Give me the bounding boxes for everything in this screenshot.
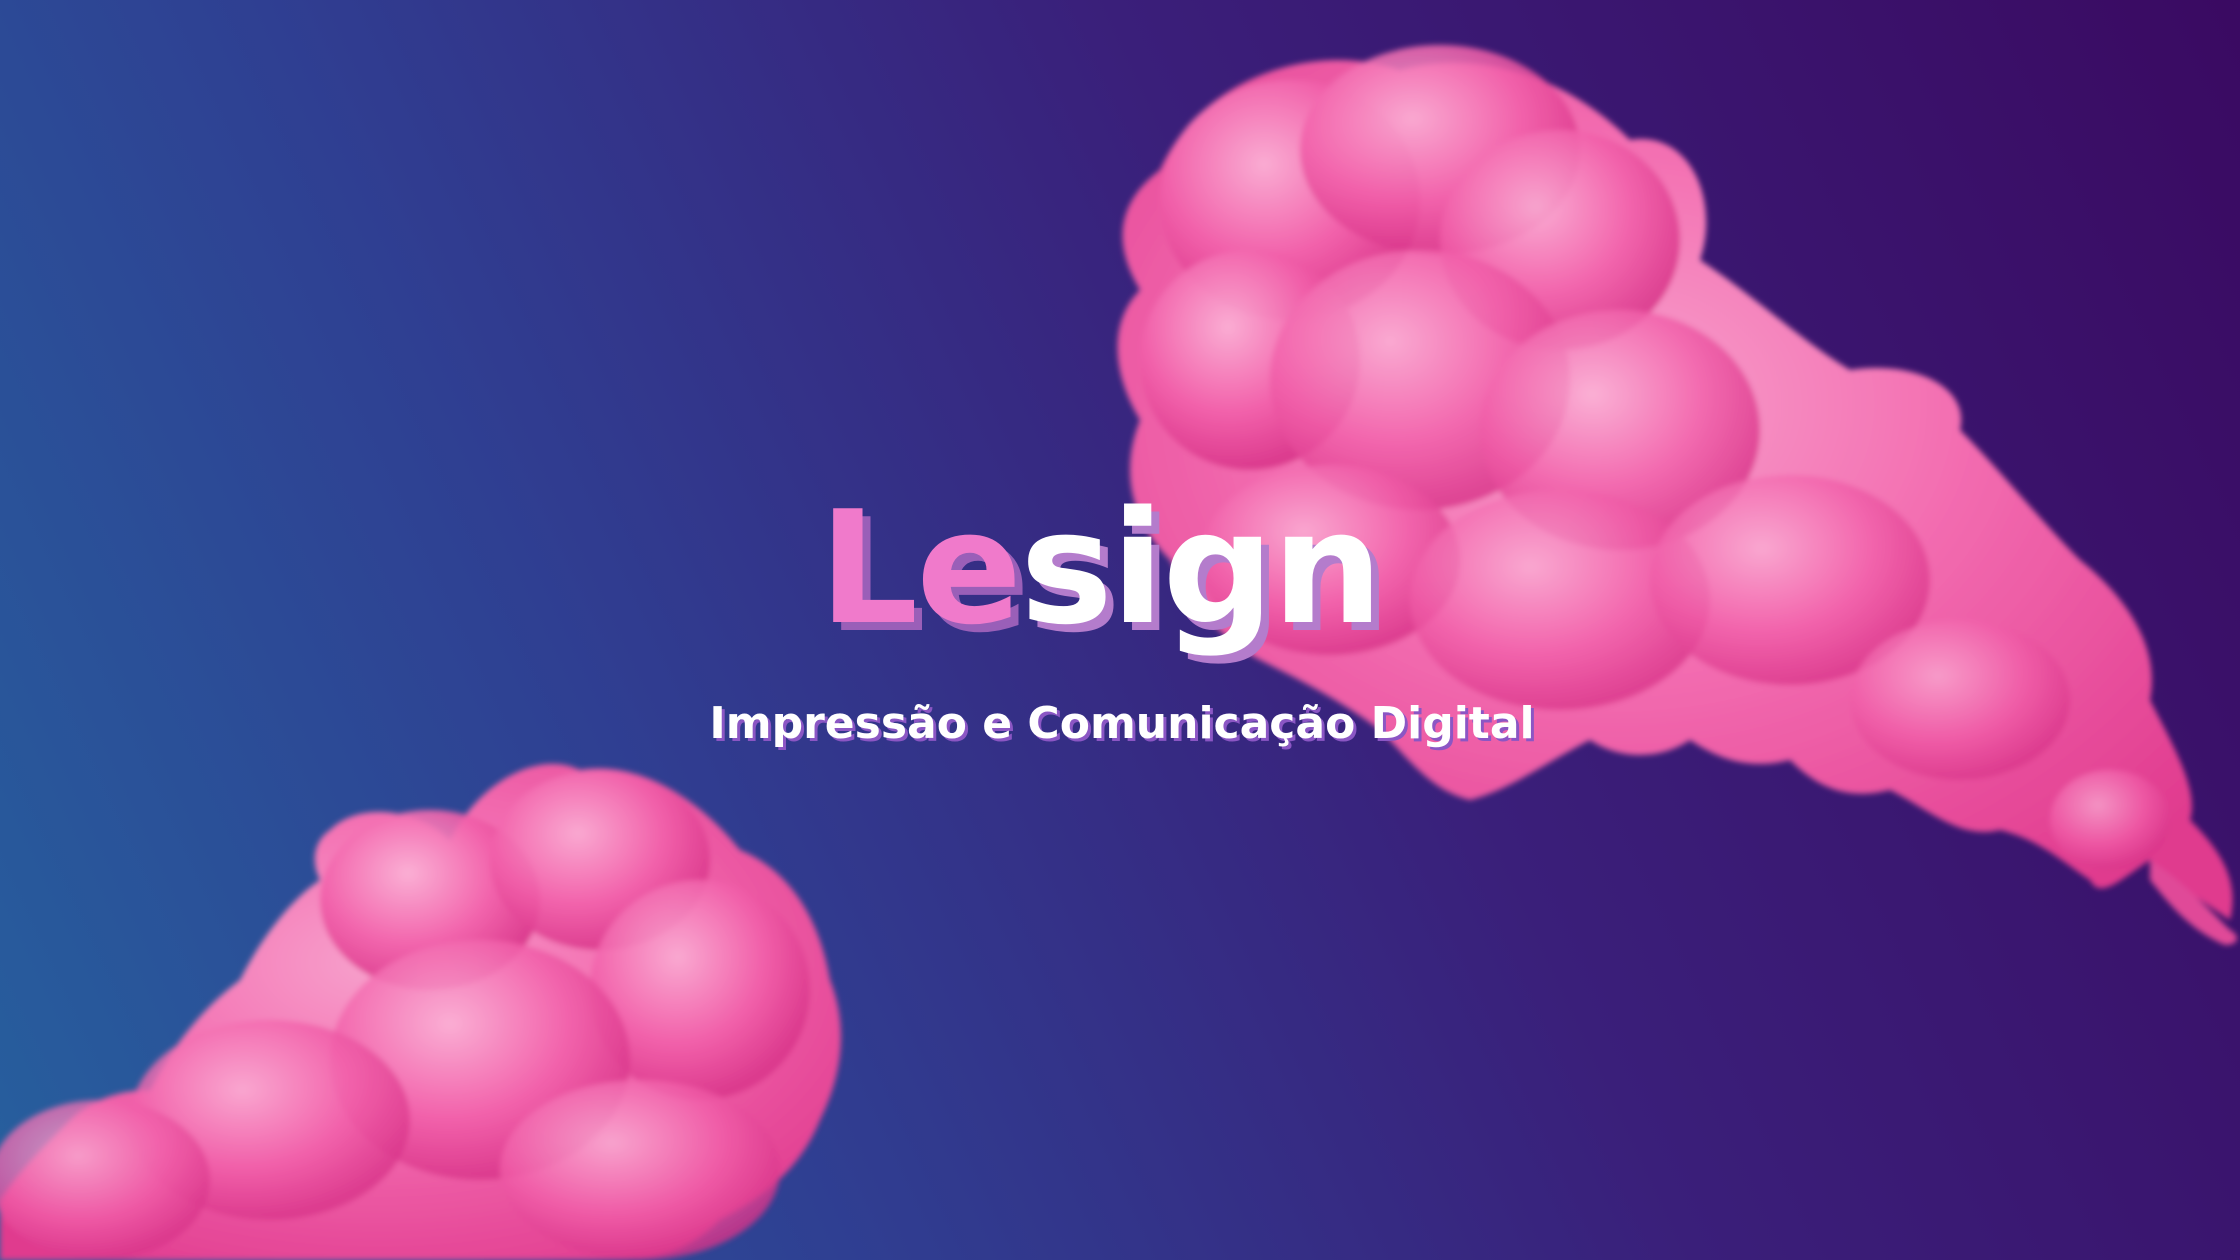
tagline: Impressão e Comunicação Digital xyxy=(0,698,2240,749)
pink-smoke-illustration xyxy=(0,45,2237,1260)
smoke-cloud-small xyxy=(0,763,841,1260)
slide: { "logo": { "accent_text": "Le", "rest_t… xyxy=(0,0,2240,1260)
tagline-text: Impressão e Comunicação Digital xyxy=(709,698,1535,749)
smoke-cloud-large xyxy=(1117,45,2237,945)
